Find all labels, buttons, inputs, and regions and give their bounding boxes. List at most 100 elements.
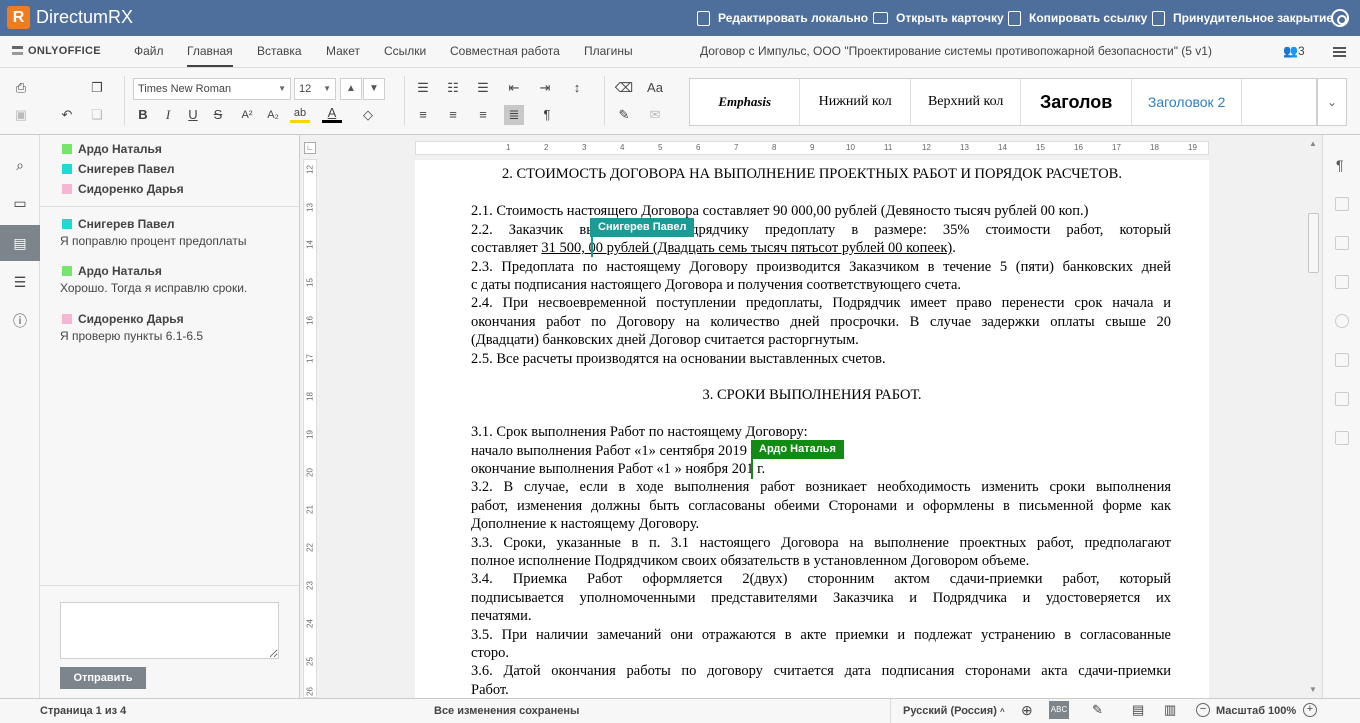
fit-width-icon[interactable]: ▥ — [1164, 702, 1176, 718]
tab-layout[interactable]: Макет — [326, 36, 360, 67]
zoom-in-icon[interactable]: + — [1303, 703, 1317, 717]
bullets-icon[interactable]: ☰ — [413, 78, 433, 98]
paragraph-marks-icon[interactable]: ¶ — [537, 105, 557, 125]
track-changes-icon[interactable]: ✎ — [1092, 702, 1103, 718]
change-case-icon[interactable]: Aa — [645, 78, 665, 98]
numbering-icon[interactable]: ☷ — [443, 78, 463, 98]
header-footer-settings-icon[interactable] — [1335, 275, 1349, 289]
collaborator-cursor — [591, 237, 593, 257]
users-indicator[interactable]: 👥3 — [1283, 44, 1305, 58]
ruler-number: 17 — [305, 354, 315, 363]
home-toolbar: ⎙ ❐ ▣ ❏ ↶ Times New Roman ▼ 12 ▼ ▲ ▼ B I U… — [0, 68, 1360, 135]
mail-merge-settings-icon[interactable] — [1335, 431, 1349, 445]
style-heading-1[interactable]: Заголов — [1021, 79, 1132, 125]
align-left-icon[interactable]: ≡ — [413, 105, 433, 125]
app-title-bar: R DirectumRX Редактировать локально Откр… — [0, 0, 1360, 36]
card-icon — [873, 12, 888, 24]
message-text: Хорошо. Тогда я исправлю сроки. — [60, 281, 248, 295]
edit-locally-button[interactable]: Редактировать локально — [697, 0, 868, 36]
tab-plugins[interactable]: Плагины — [584, 36, 633, 67]
chart-settings-icon[interactable] — [1335, 353, 1349, 367]
tab-stop-selector[interactable]: ∟ — [304, 142, 316, 154]
style-emphasis[interactable]: Emphasis — [690, 79, 801, 125]
tab-home[interactable]: Главная — [187, 36, 233, 67]
font-size-select[interactable]: 12 ▼ — [294, 78, 336, 100]
increase-font-button[interactable]: ▲ — [340, 78, 362, 100]
scrollbar-thumb[interactable] — [1308, 213, 1319, 273]
style-empty[interactable] — [1242, 79, 1316, 125]
tab-references[interactable]: Ссылки — [384, 36, 426, 67]
tab-collaboration[interactable]: Совместная работа — [450, 36, 560, 67]
styles-expand-button[interactable]: ⌄ — [1317, 78, 1347, 126]
vertical-scrollbar[interactable]: ▲ ▼ — [1305, 135, 1322, 698]
open-card-button[interactable]: Открыть карточку — [873, 0, 1004, 36]
comments-icon[interactable]: ▭ — [0, 185, 40, 221]
justify-icon[interactable]: ≣ — [504, 105, 524, 125]
document-page[interactable]: 2. СТОИМОСТЬ ДОГОВОРА НА ВЫПОЛНЕНИЕ ПРОЕ… — [415, 160, 1209, 698]
copy-link-label: Копировать ссылку — [1029, 11, 1148, 25]
spellcheck-icon[interactable]: ABC — [1049, 701, 1069, 719]
strikethrough-button[interactable]: S — [208, 105, 228, 125]
font-name-select[interactable]: Times New Roman ▼ — [133, 78, 291, 100]
zoom-out-icon[interactable]: − — [1196, 703, 1210, 717]
fit-page-icon[interactable]: ▤ — [1132, 702, 1144, 718]
tab-file[interactable]: Файл — [134, 36, 164, 67]
shape-settings-icon[interactable] — [1335, 314, 1349, 328]
page-counter[interactable]: Страница 1 из 4 — [40, 705, 126, 717]
navigation-icon[interactable]: ☰ — [0, 264, 40, 300]
highlight-color-icon[interactable]: ab — [290, 105, 310, 123]
style-header[interactable]: Верхний кол — [911, 79, 1022, 125]
force-close-button[interactable]: Принудительное закрытие — [1152, 0, 1333, 36]
clear-format-icon[interactable]: ⌫ — [614, 78, 634, 98]
italic-button[interactable]: I — [158, 105, 178, 125]
paragraph-line: 3.4. Приемка Работ оформляется 2(двух) с… — [471, 571, 1171, 587]
copy-icon[interactable]: ❏ — [87, 105, 107, 125]
left-sidebar: ⌕ ▭ ▤ ☰ ⓘ — [0, 135, 40, 698]
copy-style-icon[interactable]: ✎ — [614, 105, 634, 125]
language-select[interactable]: Русский (Россия) ^ — [903, 705, 1005, 717]
paste-icon[interactable]: ❐ — [87, 78, 107, 98]
paragraph-settings-icon[interactable]: ¶ — [1336, 157, 1344, 173]
ruler-number: 4 — [620, 143, 625, 152]
copy-link-button[interactable]: Копировать ссылку — [1008, 0, 1147, 36]
align-center-icon[interactable]: ≡ — [443, 105, 463, 125]
scroll-up-icon[interactable]: ▲ — [1309, 139, 1317, 148]
tab-insert[interactable]: Вставка — [257, 36, 302, 67]
chat-message-input[interactable] — [60, 602, 279, 659]
align-right-icon[interactable]: ≡ — [473, 105, 493, 125]
style-heading-2[interactable]: Заголовок 2 — [1132, 79, 1243, 125]
bold-button[interactable]: B — [133, 105, 153, 125]
font-color-button[interactable]: A — [322, 105, 342, 123]
menu-hamburger-icon[interactable] — [1333, 47, 1346, 57]
ruler-number: 9 — [810, 143, 815, 152]
line-spacing-icon[interactable]: ↕ — [567, 78, 587, 98]
decrease-font-button[interactable]: ▼ — [363, 78, 385, 100]
save-icon[interactable]: ▣ — [11, 105, 31, 125]
search-icon[interactable]: ⌕ — [0, 147, 40, 183]
about-info-icon[interactable]: ⓘ — [0, 303, 40, 339]
multilevel-list-icon[interactable]: ☰ — [473, 78, 493, 98]
print-icon[interactable]: ⎙ — [11, 78, 31, 98]
doc-language-globe-icon[interactable]: ⊕ — [1021, 702, 1033, 719]
paragraph-line: полное исполнение Подрядчиком своих обяз… — [471, 553, 1030, 569]
user-name: Сидоренко Дарья — [78, 182, 184, 196]
underline-button[interactable]: U — [183, 105, 203, 125]
style-footer[interactable]: Нижний кол — [800, 79, 911, 125]
paragraph-line: работ, изменения должны быть согласованы… — [471, 498, 1171, 514]
increase-indent-icon[interactable]: ⇥ — [535, 78, 555, 98]
image-settings-icon[interactable] — [1335, 236, 1349, 250]
settings-gear-icon[interactable] — [1331, 9, 1349, 27]
paragraph-line: 2.5. Все расчеты производятся на основан… — [471, 351, 886, 367]
subscript-button[interactable]: A₂ — [263, 105, 283, 125]
shading-icon[interactable]: ◇ — [358, 105, 378, 125]
undo-icon[interactable]: ↶ — [57, 105, 77, 125]
decrease-indent-icon[interactable]: ⇤ — [504, 78, 524, 98]
send-button[interactable]: Отправить — [60, 667, 146, 689]
superscript-button[interactable]: A² — [237, 105, 257, 125]
textart-settings-icon[interactable] — [1335, 392, 1349, 406]
scroll-down-icon[interactable]: ▼ — [1309, 685, 1317, 694]
mail-merge-icon[interactable]: ✉ — [645, 105, 665, 125]
panel-divider — [40, 585, 299, 586]
table-settings-icon[interactable] — [1335, 197, 1349, 211]
chat-icon[interactable]: ▤ — [0, 225, 40, 261]
